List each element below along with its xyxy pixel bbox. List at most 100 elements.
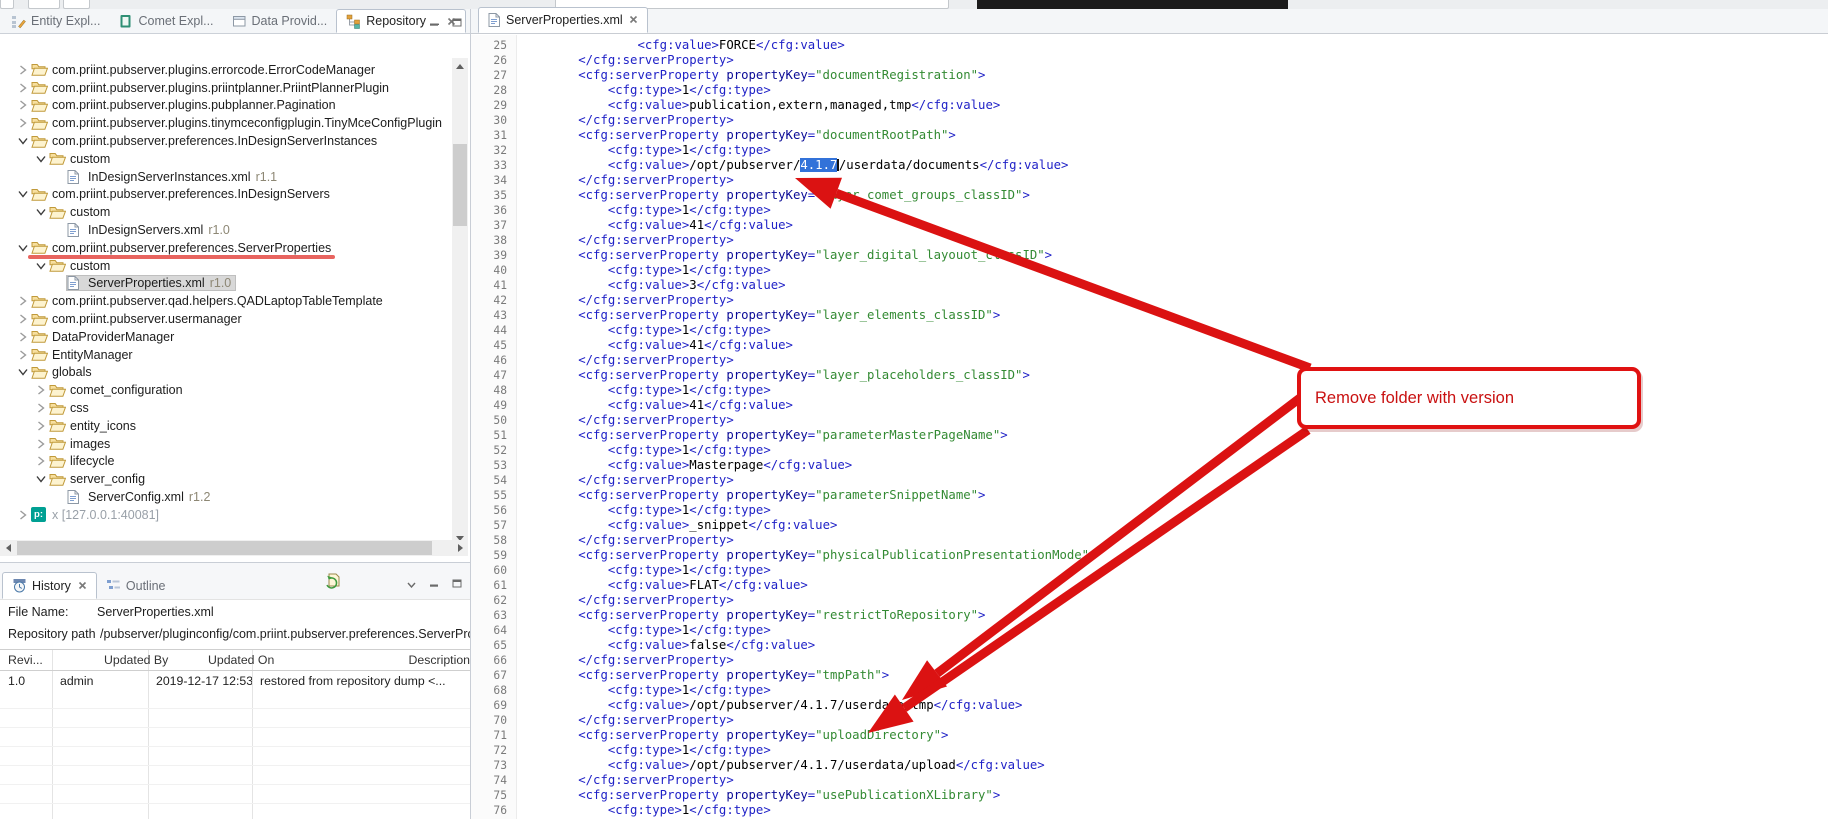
tree-item[interactable]: images bbox=[0, 435, 450, 453]
table-row[interactable]: 1.0 admin 2019-12-17 12:53 restored from… bbox=[0, 671, 470, 690]
scroll-right-icon[interactable] bbox=[452, 540, 468, 556]
expand-chevron-icon[interactable] bbox=[32, 439, 49, 449]
code-line[interactable]: 72 <cfg:type>1</cfg:type> bbox=[471, 743, 1828, 758]
maximize-icon[interactable] bbox=[452, 14, 462, 32]
code-line[interactable]: 25 <cfg:value>FORCE</cfg:value> bbox=[471, 38, 1828, 53]
code-line[interactable]: 35 <cfg:serverProperty propertyKey="laye… bbox=[471, 188, 1828, 203]
tree-item[interactable]: com.priint.pubserver.plugins.tinymceconf… bbox=[0, 114, 450, 132]
view-tab[interactable]: Outline bbox=[97, 572, 175, 599]
code-line[interactable]: 59 <cfg:serverProperty propertyKey="phys… bbox=[471, 548, 1828, 563]
table-header-cell[interactable]: Updated By bbox=[96, 653, 200, 667]
tree-item[interactable]: css bbox=[0, 399, 450, 417]
expand-chevron-icon[interactable] bbox=[32, 208, 49, 216]
code-line[interactable]: 70 </cfg:serverProperty> bbox=[471, 713, 1828, 728]
expand-chevron-icon[interactable] bbox=[32, 155, 49, 163]
tree-item[interactable]: com.priint.pubserver.qad.helpers.QADLapt… bbox=[0, 292, 450, 310]
tree-vertical-scrollbar[interactable] bbox=[452, 58, 468, 546]
code-line[interactable]: 31 <cfg:serverProperty propertyKey="docu… bbox=[471, 128, 1828, 143]
expand-chevron-icon[interactable] bbox=[32, 262, 49, 270]
expand-chevron-icon[interactable] bbox=[14, 368, 31, 376]
scroll-up-icon[interactable] bbox=[452, 58, 468, 74]
code-line[interactable]: 41 <cfg:value>3</cfg:value> bbox=[471, 278, 1828, 293]
scroll-left-icon[interactable] bbox=[0, 540, 16, 556]
tree-item[interactable]: ServerConfig.xml r1.2 bbox=[0, 488, 450, 506]
tree-item[interactable]: custom bbox=[0, 203, 450, 221]
tree-item[interactable]: entity_icons bbox=[0, 417, 450, 435]
scrollbar-thumb[interactable] bbox=[453, 144, 467, 226]
minimize-icon[interactable] bbox=[429, 575, 439, 593]
code-line[interactable]: 43 <cfg:serverProperty propertyKey="laye… bbox=[471, 308, 1828, 323]
code-line[interactable]: 55 <cfg:serverProperty propertyKey="para… bbox=[471, 488, 1828, 503]
tree-item[interactable]: DataProviderManager bbox=[0, 328, 450, 346]
code-line[interactable]: 73 <cfg:value>/opt/pubserver/4.1.7/userd… bbox=[471, 758, 1828, 773]
maximize-icon[interactable] bbox=[452, 575, 462, 593]
code-line[interactable]: 30 </cfg:serverProperty> bbox=[471, 113, 1828, 128]
close-icon[interactable] bbox=[629, 13, 638, 27]
code-line[interactable]: 39 <cfg:serverProperty propertyKey="laye… bbox=[471, 248, 1828, 263]
tree-item[interactable]: server_config bbox=[0, 470, 450, 488]
restore-from-repository-icon[interactable] bbox=[325, 573, 342, 595]
expand-chevron-icon[interactable] bbox=[32, 385, 49, 395]
code-line[interactable]: 67 <cfg:serverProperty propertyKey="tmpP… bbox=[471, 668, 1828, 683]
expand-chevron-icon[interactable] bbox=[14, 350, 31, 360]
code-line[interactable]: 52 <cfg:type>1</cfg:type> bbox=[471, 443, 1828, 458]
expand-chevron-icon[interactable] bbox=[14, 296, 31, 306]
code-line[interactable]: 32 <cfg:type>1</cfg:type> bbox=[471, 143, 1828, 158]
expand-chevron-icon[interactable] bbox=[14, 100, 31, 110]
expand-chevron-icon[interactable] bbox=[14, 137, 31, 145]
tree-item[interactable]: com.priint.pubserver.preferences.ServerP… bbox=[0, 239, 450, 257]
expand-chevron-icon[interactable] bbox=[14, 510, 31, 520]
code-line[interactable]: 71 <cfg:serverProperty propertyKey="uplo… bbox=[471, 728, 1828, 743]
code-line[interactable]: 45 <cfg:value>41</cfg:value> bbox=[471, 338, 1828, 353]
tree-item[interactable]: comet_configuration bbox=[0, 381, 450, 399]
tree-item[interactable]: com.priint.pubserver.plugins.errorcode.E… bbox=[0, 61, 450, 79]
editor-tab[interactable]: ServerProperties.xml bbox=[478, 7, 648, 33]
expand-chevron-icon[interactable] bbox=[32, 456, 49, 466]
code-line[interactable]: 63 <cfg:serverProperty propertyKey="rest… bbox=[471, 608, 1828, 623]
expand-chevron-icon[interactable] bbox=[32, 403, 49, 413]
tree-item[interactable]: EntityManager bbox=[0, 346, 450, 364]
tree-item[interactable]: ServerProperties.xml r1.0 bbox=[0, 275, 450, 293]
code-line[interactable]: 74 </cfg:serverProperty> bbox=[471, 773, 1828, 788]
tree-item[interactable]: com.priint.pubserver.preferences.InDesig… bbox=[0, 186, 450, 204]
tree-item[interactable]: com.priint.pubserver.plugins.pubplanner.… bbox=[0, 97, 450, 115]
view-menu-icon[interactable] bbox=[407, 575, 416, 593]
scrollbar-thumb[interactable] bbox=[17, 541, 432, 555]
view-tab[interactable]: Comet Expl... bbox=[109, 9, 222, 33]
code-line[interactable]: 38 </cfg:serverProperty> bbox=[471, 233, 1828, 248]
tree-item[interactable]: x [127.0.0.1:40081] bbox=[0, 506, 450, 524]
expand-chevron-icon[interactable] bbox=[14, 190, 31, 198]
code-line[interactable]: 57 <cfg:value>_snippet</cfg:value> bbox=[471, 518, 1828, 533]
code-line[interactable]: 40 <cfg:type>1</cfg:type> bbox=[471, 263, 1828, 278]
code-line[interactable]: 69 <cfg:value>/opt/pubserver/4.1.7/userd… bbox=[471, 698, 1828, 713]
tree-item[interactable]: custom bbox=[0, 257, 450, 275]
code-line[interactable]: 68 <cfg:type>1</cfg:type> bbox=[471, 683, 1828, 698]
tree-item[interactable]: lifecycle bbox=[0, 453, 450, 471]
code-line[interactable]: 27 <cfg:serverProperty propertyKey="docu… bbox=[471, 68, 1828, 83]
expand-chevron-icon[interactable] bbox=[14, 314, 31, 324]
close-icon[interactable] bbox=[78, 581, 87, 590]
code-line[interactable]: 51 <cfg:serverProperty propertyKey="para… bbox=[471, 428, 1828, 443]
view-tab[interactable]: History bbox=[2, 572, 97, 599]
expand-chevron-icon[interactable] bbox=[14, 332, 31, 342]
code-line[interactable]: 42 </cfg:serverProperty> bbox=[471, 293, 1828, 308]
tree-item[interactable]: InDesignServerInstances.xml r1.1 bbox=[0, 168, 450, 186]
code-line[interactable]: 46 </cfg:serverProperty> bbox=[471, 353, 1828, 368]
table-header-cell[interactable]: Description bbox=[400, 653, 470, 667]
code-line[interactable]: 28 <cfg:type>1</cfg:type> bbox=[471, 83, 1828, 98]
view-tab[interactable]: Data Provid... bbox=[223, 9, 337, 33]
tree-item[interactable]: InDesignServers.xml r1.0 bbox=[0, 221, 450, 239]
code-line[interactable]: 29 <cfg:value>publication,extern,managed… bbox=[471, 98, 1828, 113]
expand-chevron-icon[interactable] bbox=[14, 244, 31, 252]
code-line[interactable]: 54 </cfg:serverProperty> bbox=[471, 473, 1828, 488]
tree-item[interactable]: com.priint.pubserver.usermanager bbox=[0, 310, 450, 328]
expand-chevron-icon[interactable] bbox=[32, 421, 49, 431]
expand-chevron-icon[interactable] bbox=[32, 475, 49, 483]
code-line[interactable]: 53 <cfg:value>Masterpage</cfg:value> bbox=[471, 458, 1828, 473]
code-line[interactable]: 33 <cfg:value>/opt/pubserver/4.1.7/userd… bbox=[471, 158, 1828, 173]
tree-item[interactable]: com.priint.pubserver.plugins.priintplann… bbox=[0, 79, 450, 97]
code-line[interactable]: 56 <cfg:type>1</cfg:type> bbox=[471, 503, 1828, 518]
expand-chevron-icon[interactable] bbox=[14, 83, 31, 93]
code-line[interactable]: 26 </cfg:serverProperty> bbox=[471, 53, 1828, 68]
code-line[interactable]: 60 <cfg:type>1</cfg:type> bbox=[471, 563, 1828, 578]
